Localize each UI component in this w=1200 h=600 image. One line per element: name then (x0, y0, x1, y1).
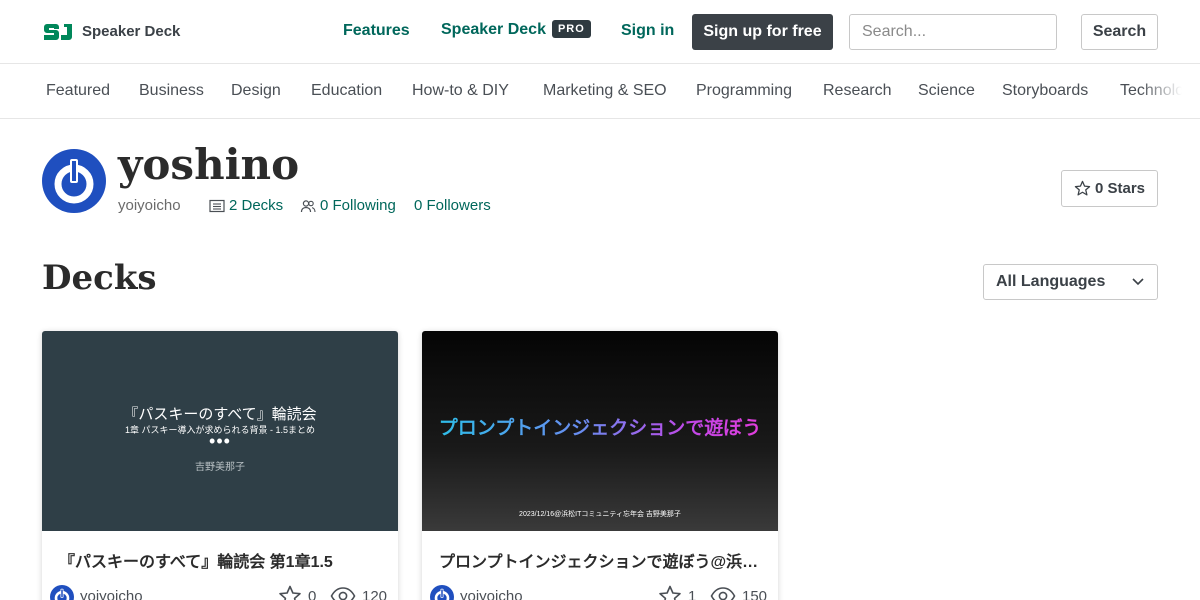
top-navigation: Speaker Deck Features Speaker Deck PRO Si… (0, 0, 1200, 64)
pro-badge: PRO (551, 20, 591, 38)
decks-count-label: 2 Decks (229, 197, 284, 214)
deck-title[interactable]: 『パスキーのすべて』輪読会 第1章1.5 (59, 548, 379, 572)
deck-views-count: 120 (362, 587, 388, 600)
deck-meta: yoiyoicho 1 150 (430, 585, 770, 600)
nav-features-link[interactable]: Features (343, 22, 410, 40)
star-icon (279, 585, 301, 600)
signup-button[interactable]: Sign up for free (692, 14, 833, 50)
category-business[interactable]: Business (139, 82, 204, 100)
star-icon (659, 585, 681, 600)
search-input[interactable] (849, 14, 1057, 50)
chevron-down-icon (1132, 278, 1144, 286)
decks-heading: Decks (42, 258, 157, 298)
profile-name: yoshino (118, 140, 300, 189)
stars-button-label: 0 Stars (1094, 180, 1146, 197)
language-select[interactable]: All Languages (983, 264, 1158, 300)
language-select-value: All Languages (996, 273, 1106, 290)
eye-icon (710, 587, 736, 600)
deck-card[interactable]: プロンプトインジェクションで遊ぼう 2023/12/16@浜松ITコミュニティ忘… (422, 331, 778, 600)
followers-label: 0 Followers (414, 197, 491, 214)
category-how-to-diy[interactable]: How-to & DIY (412, 82, 509, 100)
followers-link[interactable]: 0 Followers (414, 197, 491, 214)
deck-stars-count: 0 (308, 587, 317, 600)
deck-thumbnail[interactable]: 『パスキーのすべて』輪読会 1章 パスキー導入が求められる背景 - 1.5まとめ… (42, 331, 398, 531)
category-storyboards[interactable]: Storyboards (1002, 82, 1088, 100)
deck-stars: 1 (658, 585, 696, 600)
user-avatar (42, 149, 106, 213)
category-science[interactable]: Science (918, 82, 975, 100)
nav-speakerdeck-pro-link[interactable]: Speaker Deck PRO (441, 20, 591, 39)
slides-icon (209, 199, 225, 212)
deck-thumbnail[interactable]: プロンプトインジェクションで遊ぼう 2023/12/16@浜松ITコミュニティ忘… (422, 331, 778, 531)
author-avatar[interactable] (430, 585, 454, 600)
following-label: 0 Following (320, 197, 396, 214)
category-research[interactable]: Research (823, 82, 891, 100)
deck-views: 120 (330, 585, 387, 600)
category-scroll-fade (1140, 64, 1200, 118)
search-button[interactable]: Search (1081, 14, 1158, 50)
decks-count-link[interactable]: 2 Decks (209, 197, 283, 214)
thumbnail-title: プロンプトインジェクションで遊ぼう (422, 413, 778, 440)
stars-button[interactable]: 0 Stars (1061, 170, 1158, 207)
category-programming[interactable]: Programming (696, 82, 792, 100)
category-education[interactable]: Education (311, 82, 382, 100)
category-bar: Featured Business Design Education How-t… (0, 64, 1200, 119)
thumbnail-dots: ••• (209, 431, 231, 451)
category-featured[interactable]: Featured (46, 82, 110, 100)
deck-stars-count: 1 (688, 587, 697, 600)
brand-name: Speaker Deck (82, 22, 181, 40)
eye-icon (330, 587, 356, 600)
deck-meta: yoiyoicho 0 120 (50, 585, 390, 600)
thumbnail-footer: 2023/12/16@浜松ITコミュニティ忘年会 吉野美那子 (519, 511, 681, 518)
category-marketing-seo[interactable]: Marketing & SEO (543, 82, 667, 100)
author-avatar[interactable] (50, 585, 74, 600)
deck-views-count: 150 (742, 587, 768, 600)
star-icon (1074, 180, 1091, 196)
users-icon (300, 199, 316, 212)
speakerdeck-logo-icon (44, 24, 72, 40)
deck-card[interactable]: 『パスキーのすべて』輪読会 1章 パスキー導入が求められる背景 - 1.5まとめ… (42, 331, 398, 600)
deck-views: 150 (710, 585, 767, 600)
nav-speakerdeck-label: Speaker Deck (441, 21, 546, 38)
deck-title[interactable]: プロンプトインジェクションで遊ぼう@浜松ITコミュニティ忘年会 (439, 548, 759, 572)
following-link[interactable]: 0 Following (300, 197, 396, 214)
deck-author[interactable]: yoiyoicho (80, 588, 143, 600)
category-design[interactable]: Design (231, 82, 281, 100)
profile-handle: yoiyoicho (118, 197, 181, 214)
brand-logo[interactable]: Speaker Deck (42, 20, 180, 42)
nav-signin-link[interactable]: Sign in (621, 22, 674, 40)
thumbnail-title: 『パスキーのすべて』輪読会 (123, 406, 317, 423)
deck-author[interactable]: yoiyoicho (460, 588, 523, 600)
deck-stars: 0 (278, 585, 316, 600)
thumbnail-author: 吉野美那子 (195, 462, 245, 473)
